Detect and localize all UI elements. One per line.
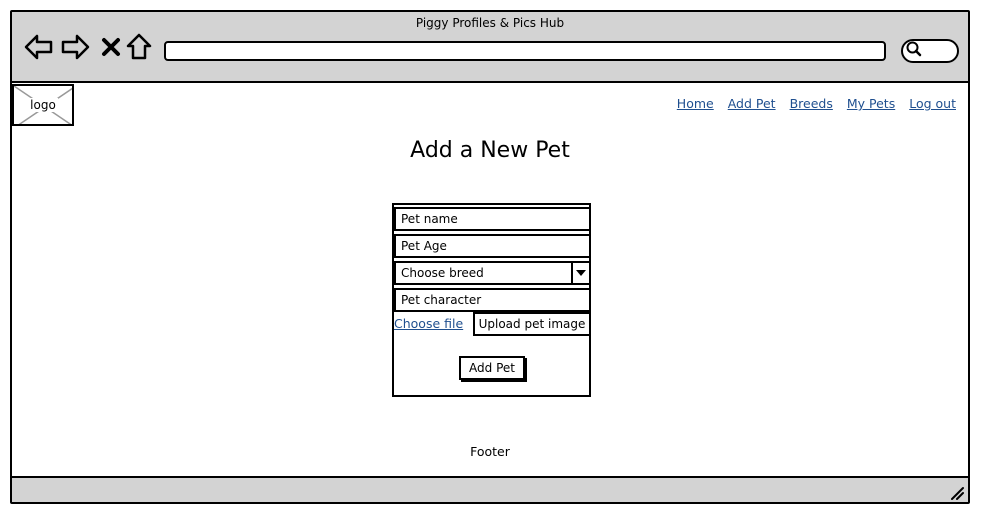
browser-status-bar: [12, 476, 968, 502]
breed-select[interactable]: Choose breed: [394, 261, 591, 285]
pet-age-input[interactable]: [394, 234, 591, 258]
back-arrow-icon[interactable]: [24, 32, 54, 62]
home-icon[interactable]: [124, 32, 154, 62]
dropdown-arrow-icon: [571, 261, 589, 285]
pet-name-input[interactable]: [394, 207, 591, 231]
logo-label: logo: [28, 98, 58, 112]
site-logo[interactable]: logo: [12, 84, 74, 126]
close-icon[interactable]: [96, 32, 126, 62]
choose-file-link[interactable]: Choose file: [394, 316, 463, 331]
search-icon: [906, 41, 922, 61]
upload-pet-image-button[interactable]: Upload pet image: [473, 312, 591, 336]
resize-grip-icon[interactable]: [948, 484, 964, 500]
page-title: Add a New Pet: [410, 138, 570, 163]
nav-link-breeds[interactable]: Breeds: [790, 96, 833, 111]
main-nav: Home Add Pet Breeds My Pets Log out: [677, 96, 956, 111]
pet-character-input[interactable]: [394, 288, 591, 312]
breed-select-value: Choose breed: [401, 266, 484, 280]
nav-link-log-out[interactable]: Log out: [909, 96, 956, 111]
add-pet-form: Choose breed Choose file Upload pet imag…: [392, 203, 591, 397]
add-pet-button[interactable]: Add Pet: [459, 356, 525, 380]
browser-search-button[interactable]: [901, 39, 959, 63]
nav-link-home[interactable]: Home: [677, 96, 714, 111]
browser-window: Piggy Profiles & Pics Hub logo Home Add …: [10, 10, 970, 504]
forward-arrow-icon[interactable]: [60, 32, 90, 62]
address-bar-input[interactable]: [164, 41, 886, 61]
browser-toolbar: Piggy Profiles & Pics Hub: [12, 12, 968, 83]
page-footer: Footer: [470, 444, 510, 459]
window-title: Piggy Profiles & Pics Hub: [415, 16, 565, 30]
nav-link-my-pets[interactable]: My Pets: [847, 96, 895, 111]
nav-link-add-pet[interactable]: Add Pet: [728, 96, 776, 111]
